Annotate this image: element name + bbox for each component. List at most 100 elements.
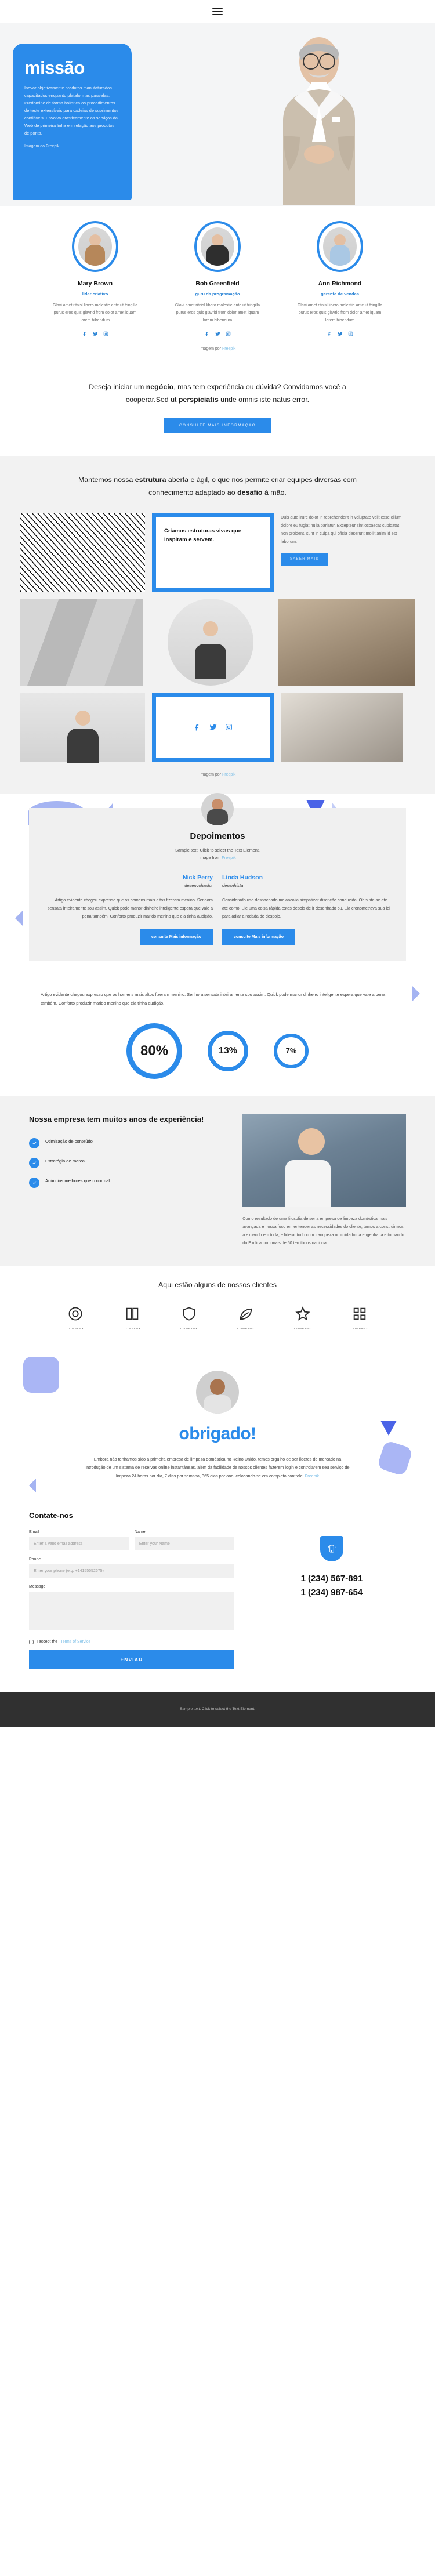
phone-number[interactable]: 1 (234) 567-891 xyxy=(258,1572,406,1586)
page-title: missão xyxy=(24,57,85,78)
mobile-phone-icon xyxy=(320,1535,343,1561)
facebook-icon[interactable] xyxy=(327,331,332,336)
decor-square-right xyxy=(376,1440,414,1477)
thanks-text: Embora não tenhamos sido a primeira empr… xyxy=(84,1455,351,1481)
member-socials xyxy=(289,331,391,336)
feature-item: Estratégia de marca xyxy=(29,1157,229,1168)
freepik-link[interactable]: Freepik xyxy=(305,1473,319,1479)
testimonial-text: Considerado uso despachado melancolia si… xyxy=(222,897,390,919)
landing-page: missão Inovar objetivamente produtos man… xyxy=(0,0,435,1727)
image-desk-workspace xyxy=(281,692,403,762)
freepik-link[interactable]: Freepik xyxy=(222,347,235,351)
feature-label: Anúncios melhores que o normal xyxy=(45,1178,110,1183)
facebook-icon[interactable] xyxy=(82,331,88,336)
member-socials xyxy=(45,331,146,336)
instagram-icon[interactable] xyxy=(226,331,231,336)
client-logo-item[interactable]: COMPANY xyxy=(57,1304,93,1330)
instagram-icon[interactable] xyxy=(348,331,353,336)
form-row-email-name: Email Name xyxy=(29,1530,234,1557)
facebook-icon[interactable] xyxy=(194,723,201,731)
phone-field[interactable] xyxy=(29,1564,234,1578)
image-businessman-city xyxy=(242,1113,406,1207)
burger-line xyxy=(212,11,223,12)
feature-item: Otimização de conteúdo xyxy=(29,1137,229,1148)
contact-heading: Contate-nos xyxy=(29,1510,73,1520)
cta-section: Deseja iniciar um negócio, mas tem exper… xyxy=(0,363,435,457)
testimonial-more-button[interactable]: consulte Mais informação xyxy=(140,928,213,945)
structure-grid: Criamos estruturas vivas que inspiram e … xyxy=(20,513,415,762)
consulte-mais-informacao-button[interactable]: CONSULTE MAIS INFORMAÇÃO xyxy=(164,418,271,434)
terms-of-service-link[interactable]: Terms of Service xyxy=(60,1640,90,1644)
contact-form: Email Name Phone Message xyxy=(29,1530,234,1669)
instagram-icon[interactable] xyxy=(225,723,233,731)
sh-bold-desafio: desafio xyxy=(237,488,263,497)
grid-logo-icon xyxy=(342,1304,378,1324)
client-logo-item[interactable]: COMPANY xyxy=(342,1304,378,1330)
phone-number[interactable]: 1 (234) 987-654 xyxy=(258,1586,406,1600)
clients-heading: Aqui estão alguns de nossos clientes xyxy=(158,1280,277,1289)
freepik-link[interactable]: Freepik xyxy=(222,773,235,777)
grid-row-1: Criamos estruturas vivas que inspiram e … xyxy=(20,513,415,592)
leaf-logo-icon xyxy=(228,1304,264,1324)
testimonial-text: Artigo evidente chegou expresso que os h… xyxy=(47,897,213,919)
twitter-icon[interactable] xyxy=(92,331,98,336)
page-footer: Sample text. Click to select the Text El… xyxy=(0,1691,435,1727)
image-architecture-lines xyxy=(20,513,145,592)
instagram-icon[interactable] xyxy=(103,331,108,336)
member-role: gerente de vendas xyxy=(321,291,359,296)
twitter-icon[interactable] xyxy=(337,331,343,336)
stat-circle: 7% xyxy=(274,1033,309,1068)
testimonial-more-button[interactable]: consulte Mais informação xyxy=(222,928,295,945)
email-field[interactable] xyxy=(29,1537,129,1550)
company-section: Nossa empresa tem muitos anos de experiê… xyxy=(0,1096,435,1266)
client-logo-item[interactable]: COMPANY xyxy=(285,1304,321,1330)
image-man-standing xyxy=(20,692,145,762)
team-member-card: Mary Brown líder criativo Glavi amet rit… xyxy=(45,221,146,336)
testimonials-section: Depoimentos Sample text. Click to select… xyxy=(0,792,435,1002)
client-caption: COMPANY xyxy=(237,1327,255,1330)
testimonials-title: Depoimentos xyxy=(190,831,245,841)
cta-bold-negocio: negócio xyxy=(146,382,174,391)
client-caption: COMPANY xyxy=(124,1327,141,1330)
name-field[interactable] xyxy=(134,1537,234,1550)
message-field[interactable] xyxy=(29,1591,234,1630)
structure-heading: Mantemos nossa estrutura aberta e ágil, … xyxy=(55,474,380,499)
freepik-link[interactable]: Freepik xyxy=(222,855,235,860)
star-logo-icon xyxy=(285,1304,321,1324)
client-caption: COMPANY xyxy=(67,1327,84,1330)
contact-phones: 1 (234) 567-891 1 (234) 987-654 xyxy=(258,1530,406,1669)
circle-logo-icon xyxy=(57,1304,93,1324)
member-role: guru da programação xyxy=(195,291,240,296)
submit-button[interactable]: ENVIAR xyxy=(29,1650,234,1669)
hamburger-menu-icon[interactable] xyxy=(212,8,223,15)
twitter-icon[interactable] xyxy=(215,331,220,336)
sh-a: Mantemos nossa xyxy=(78,476,135,484)
stats-section: Artigo evidente chegou expresso que os h… xyxy=(0,975,435,1096)
accept-terms-checkbox[interactable] xyxy=(29,1639,34,1644)
structure-box-title: Criamos estruturas vivas que inspiram e … xyxy=(164,527,242,543)
client-logo-item[interactable]: COMPANY xyxy=(171,1304,207,1330)
twitter-icon[interactable] xyxy=(209,723,217,731)
feature-label: Otimização de conteúdo xyxy=(45,1138,93,1144)
company-right-text: Como resultado de uma filosofia de ser a… xyxy=(242,1215,404,1245)
team-member-card: Bob Greenfield guru da programação Glavi… xyxy=(167,221,269,336)
testimonial-role: desenhista xyxy=(222,882,244,888)
saber-mais-button[interactable]: SABER MAIS xyxy=(281,552,328,566)
avatar xyxy=(194,221,241,272)
grid-row-2 xyxy=(20,598,415,686)
structure-highlight-box: Criamos estruturas vivas que inspiram e … xyxy=(152,513,274,592)
client-logo-item[interactable]: COMPANY xyxy=(228,1304,264,1330)
member-name: Bob Greenfield xyxy=(195,280,240,287)
cta-headline: Deseja iniciar um negócio, mas tem exper… xyxy=(67,381,368,406)
accept-text: I accept the xyxy=(37,1640,58,1644)
field-email: Email xyxy=(29,1530,129,1550)
image-person-portrait xyxy=(167,598,253,686)
client-logo-item[interactable]: COMPANY xyxy=(114,1304,150,1330)
facebook-icon[interactable] xyxy=(205,331,210,336)
image-meeting-room xyxy=(277,598,415,686)
stat-circle: 13% xyxy=(208,1030,248,1071)
company-left-col: Nossa empresa tem muitos anos de experiê… xyxy=(29,1114,229,1247)
clients-logos: COMPANY COMPANY COMPANY COMPANY COMPANY … xyxy=(0,1304,435,1330)
contact-inner: Contate-nos Email Name Phone xyxy=(29,1511,406,1669)
avatar xyxy=(72,221,118,272)
